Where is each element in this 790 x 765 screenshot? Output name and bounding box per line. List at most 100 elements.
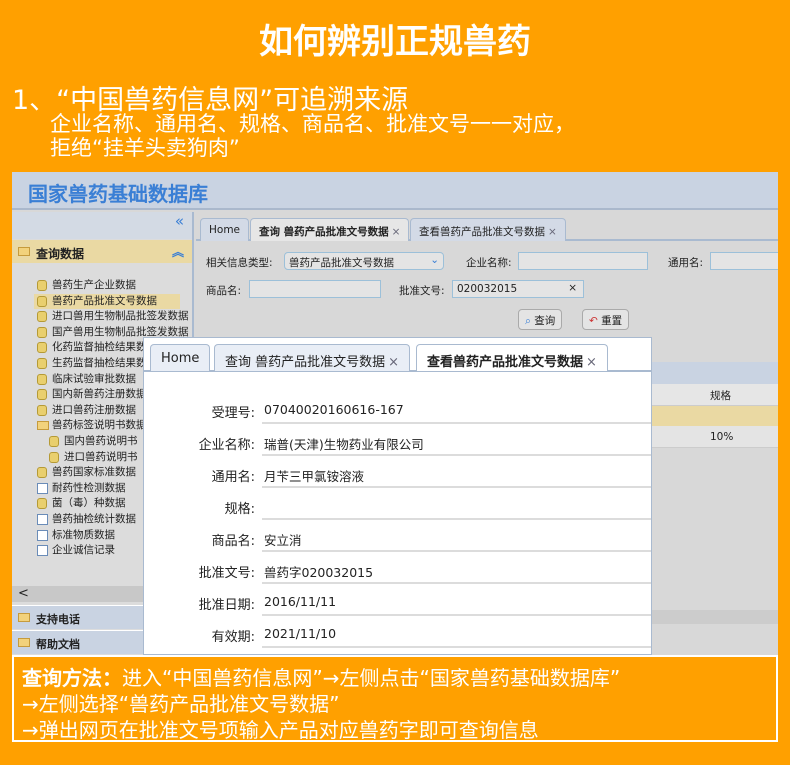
app-title: 国家兽药基础数据库	[28, 182, 208, 206]
popup-tab-bar: Home 查询 兽药产品批准文号数据 × 查看兽药产品批准文号数据 ×	[144, 338, 651, 372]
sidebar-item[interactable]: 兽药生产企业数据	[34, 278, 136, 293]
sidebar-item[interactable]: 兽药抽检统计数据	[34, 512, 136, 527]
sidebar-item[interactable]: 标准物质数据	[34, 528, 115, 543]
detail-field: 商品名: 安立消	[144, 522, 651, 554]
detail-field: 规格:	[144, 490, 651, 522]
collapse-sidebar-button[interactable]: «	[12, 212, 192, 239]
field-value: 安立消	[262, 530, 651, 552]
sidebar-item[interactable]: 化药监督抽检结果数据	[34, 340, 157, 355]
sidebar-item[interactable]: 临床试验审批数据	[34, 372, 136, 387]
type-select[interactable]: 兽药产品批准文号数据 ⌄	[284, 252, 444, 270]
database-icon	[37, 295, 47, 307]
tab-label: 查看兽药产品批准文号数据	[427, 355, 584, 370]
folder-icon	[18, 247, 30, 256]
sidebar-item[interactable]: 进口兽药注册数据	[34, 403, 136, 418]
reset-button[interactable]: ↶ 重置	[582, 309, 630, 330]
tab-query[interactable]: 查询 兽药产品批准文号数据 ×	[214, 344, 411, 371]
section-query-data[interactable]: 查询数据 ︽	[12, 240, 192, 263]
sidebar-item[interactable]: 兽药标签说明书数据	[34, 418, 147, 433]
tab-view[interactable]: 查看兽药产品批准文号数据 ×	[410, 218, 566, 241]
sidebar-item[interactable]: 企业诚信记录	[34, 543, 115, 558]
button-label: 重置	[601, 315, 623, 327]
intro-line-3: 拒绝“挂羊头卖狗肉”	[50, 136, 240, 160]
sidebar-item[interactable]: 国内兽药说明书	[46, 434, 138, 449]
sidebar-item-label: 兽药抽检统计数据	[52, 513, 136, 525]
app-header: 国家兽药基础数据库	[12, 172, 778, 210]
approval-input[interactable]: 020032015 ×	[452, 280, 584, 298]
page-title: 如何辨别正规兽药	[259, 22, 531, 62]
tab-label: Home	[209, 224, 241, 236]
generic-input[interactable]	[710, 252, 778, 270]
sidebar-item-label: 菌（毒）种数据	[52, 497, 126, 510]
section-label: 支持电话	[36, 613, 80, 626]
close-icon[interactable]: ×	[586, 355, 597, 370]
close-icon[interactable]: ×	[388, 355, 399, 370]
generic-label: 通用名:	[668, 257, 704, 269]
field-label: 规格:	[224, 502, 255, 517]
field-label: 商品名:	[211, 534, 255, 549]
database-icon	[37, 280, 47, 291]
database-icon	[37, 373, 47, 385]
sidebar-item[interactable]: 兽药国家标准数据	[34, 465, 136, 480]
sidebar-item[interactable]: 兽药产品批准文号数据	[34, 293, 180, 309]
sidebar-item-label: 国产兽用生物制品批签发数据	[52, 325, 189, 338]
type-value: 兽药产品批准文号数据	[289, 257, 394, 269]
field-label: 有效期:	[211, 630, 255, 645]
detail-field: 批准文号: 兽药字020032015	[144, 554, 651, 586]
field-label: 通用名:	[211, 470, 255, 485]
tab-label: 查看兽药产品批准文号数据	[419, 226, 545, 238]
sidebar-item[interactable]: 菌（毒）种数据	[34, 496, 126, 511]
search-icon: ⌕	[525, 315, 531, 327]
field-value: 月苄三甲氯铵溶液	[262, 466, 651, 488]
close-icon[interactable]: ×	[392, 226, 401, 238]
chevron-down-icon: ⌄	[430, 254, 439, 266]
button-label: 查询	[534, 315, 556, 327]
database-icon	[49, 451, 59, 463]
close-icon[interactable]: ×	[548, 226, 557, 238]
database-icon	[49, 436, 59, 447]
database-icon	[37, 342, 47, 354]
field-label: 受理号:	[211, 406, 255, 421]
trade-input[interactable]	[249, 280, 381, 298]
sidebar-item-label: 兽药标签说明书数据	[52, 419, 147, 432]
database-icon	[37, 467, 47, 479]
folder-icon	[37, 421, 49, 431]
approval-label: 批准文号:	[399, 285, 445, 297]
field-label: 批准日期:	[198, 598, 255, 613]
clear-icon[interactable]: ×	[568, 282, 577, 294]
sidebar-item[interactable]: 国内新兽药注册数据	[34, 387, 147, 402]
query-button[interactable]: ⌕ 查询	[518, 309, 563, 330]
column-header-spec: 规格	[710, 390, 731, 402]
tab-label: 查询 兽药产品批准文号数据	[259, 226, 389, 238]
company-label: 企业名称:	[466, 257, 512, 269]
tab-home[interactable]: Home	[200, 218, 250, 241]
sidebar-item[interactable]: 耐药性检测数据	[34, 481, 126, 496]
detail-field: 批准日期: 2016/11/11	[144, 586, 651, 618]
sidebar-item-label: 化药监督抽检结果数据	[52, 341, 157, 354]
page-icon	[37, 529, 48, 541]
field-label: 企业名称:	[198, 438, 255, 453]
method-step-1: 进入“中国兽药信息网”→左侧点击“国家兽药基础数据库”	[122, 666, 621, 690]
sidebar-item-label: 耐药性检测数据	[52, 481, 126, 494]
sidebar-item-label: 临床试验审批数据	[52, 372, 136, 385]
sidebar-item[interactable]: 进口兽药说明书	[46, 450, 138, 465]
trade-label: 商品名:	[206, 285, 242, 297]
sidebar-item[interactable]: 生药监督抽检结果数据	[34, 356, 157, 371]
folder-icon	[18, 638, 30, 647]
field-value: 07040020160616-167	[262, 402, 651, 424]
company-input[interactable]	[518, 252, 648, 270]
approval-value: 020032015	[457, 283, 518, 295]
scroll-left-arrow[interactable]: <	[18, 586, 29, 601]
sidebar-item-label: 兽药产品批准文号数据	[52, 294, 157, 307]
field-value: 兽药字020032015	[262, 562, 651, 584]
tab-view[interactable]: 查看兽药产品批准文号数据 ×	[416, 344, 608, 371]
sidebar-item[interactable]: 进口兽用生物制品批签发数据	[34, 309, 189, 324]
database-icon	[37, 311, 47, 323]
tab-label: Home	[161, 351, 200, 366]
page-icon	[37, 482, 48, 494]
tab-home[interactable]: Home	[150, 344, 211, 371]
detail-field: 通用名: 月苄三甲氯铵溶液	[144, 458, 651, 490]
method-label: 查询方法：	[22, 666, 122, 690]
detail-field: 有效期: 2021/11/10	[144, 618, 651, 650]
tab-query[interactable]: 查询 兽药产品批准文号数据 ×	[250, 218, 410, 241]
